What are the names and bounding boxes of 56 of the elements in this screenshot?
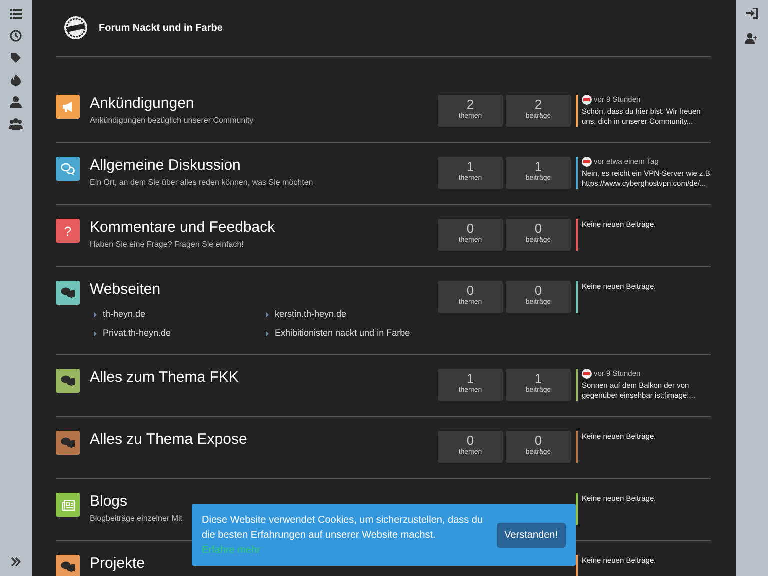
stat-value: 1 bbox=[466, 371, 474, 386]
stat-value: 0 bbox=[534, 433, 542, 448]
caret-icon bbox=[266, 312, 269, 318]
cookie-notice-text: Diese Website verwendet Cookies, um sicherzustellen, dass du die besten Erfahrungen auf unserer Website machst. Erfahre mehr bbox=[202, 514, 484, 558]
category-title[interactable]: Webseiten bbox=[90, 281, 161, 299]
category-description: Haben Sie eine Frage? Fragen Sie einfach! bbox=[90, 239, 244, 251]
users-icon[interactable] bbox=[9, 118, 23, 130]
category-title[interactable]: Allgemeine Diskussion bbox=[90, 157, 241, 175]
stat-value: 1 bbox=[466, 159, 474, 174]
login-icon[interactable] bbox=[746, 8, 758, 19]
stat-value: 0 bbox=[534, 221, 542, 236]
avatar-icon[interactable] bbox=[582, 157, 592, 167]
add-user-icon[interactable] bbox=[745, 33, 759, 44]
expand-icon[interactable] bbox=[11, 557, 21, 567]
stat-value: 2 bbox=[534, 97, 542, 112]
category-title[interactable]: Alles zu Thema Expose bbox=[90, 431, 248, 449]
caret-icon bbox=[94, 312, 97, 318]
user-icon[interactable] bbox=[10, 96, 22, 108]
speech-bubbles-icon bbox=[61, 437, 75, 449]
subcategory-link[interactable]: kerstin.th-heyn.de bbox=[275, 309, 347, 320]
tag-icon[interactable] bbox=[10, 52, 22, 64]
stat-value: 2 bbox=[466, 97, 474, 112]
flame-icon[interactable] bbox=[10, 74, 22, 86]
subcategory-link[interactable]: th-heyn.de bbox=[103, 309, 146, 320]
caret-icon bbox=[94, 330, 97, 336]
caret-icon bbox=[266, 330, 269, 336]
category-title[interactable]: Alles zum Thema FKK bbox=[90, 369, 239, 387]
newspaper-icon bbox=[62, 500, 74, 510]
stat-value: 0 bbox=[466, 283, 474, 298]
speech-bubbles-icon bbox=[61, 375, 75, 387]
category-title[interactable]: Projekte bbox=[90, 555, 146, 573]
subcategory-link[interactable]: Privat.th-heyn.de bbox=[103, 328, 172, 339]
stat-value: 0 bbox=[466, 221, 474, 236]
stat-value: 1 bbox=[534, 159, 542, 174]
avatar-icon[interactable] bbox=[582, 95, 592, 105]
category-title[interactable]: Ankündigungen bbox=[90, 95, 194, 113]
category-description: Ankündigungen bezüglich unserer Community bbox=[90, 115, 254, 127]
category-description: Ein Ort, an dem Sie über alles reden können, was Sie möchten bbox=[90, 177, 314, 189]
question-mark-icon: ? bbox=[64, 224, 72, 238]
stat-value: 1 bbox=[534, 371, 542, 386]
stat-value: 0 bbox=[466, 433, 474, 448]
stat-value: 0 bbox=[534, 283, 542, 298]
accept-button[interactable]: Verstanden! bbox=[496, 522, 566, 548]
speech-bubbles-icon bbox=[61, 561, 75, 573]
clock-icon[interactable] bbox=[10, 30, 22, 42]
subcategory-link[interactable]: Exhibitionisten nackt und in Farbe bbox=[275, 328, 410, 339]
speech-bubbles-icon bbox=[61, 287, 75, 299]
site-title[interactable]: Forum Nackt und in Farbe bbox=[99, 20, 223, 36]
category-title[interactable]: Blogs bbox=[90, 493, 128, 511]
logo-icon[interactable] bbox=[64, 16, 88, 40]
speech-bubbles-icon bbox=[61, 163, 75, 175]
category-description: Blogbeiträge einzelner Mit bbox=[90, 513, 182, 525]
category-title[interactable]: Kommentare und Feedback bbox=[90, 219, 276, 237]
avatar-icon[interactable] bbox=[582, 369, 592, 379]
megaphone-icon bbox=[62, 101, 74, 113]
list-icon[interactable] bbox=[10, 8, 22, 20]
